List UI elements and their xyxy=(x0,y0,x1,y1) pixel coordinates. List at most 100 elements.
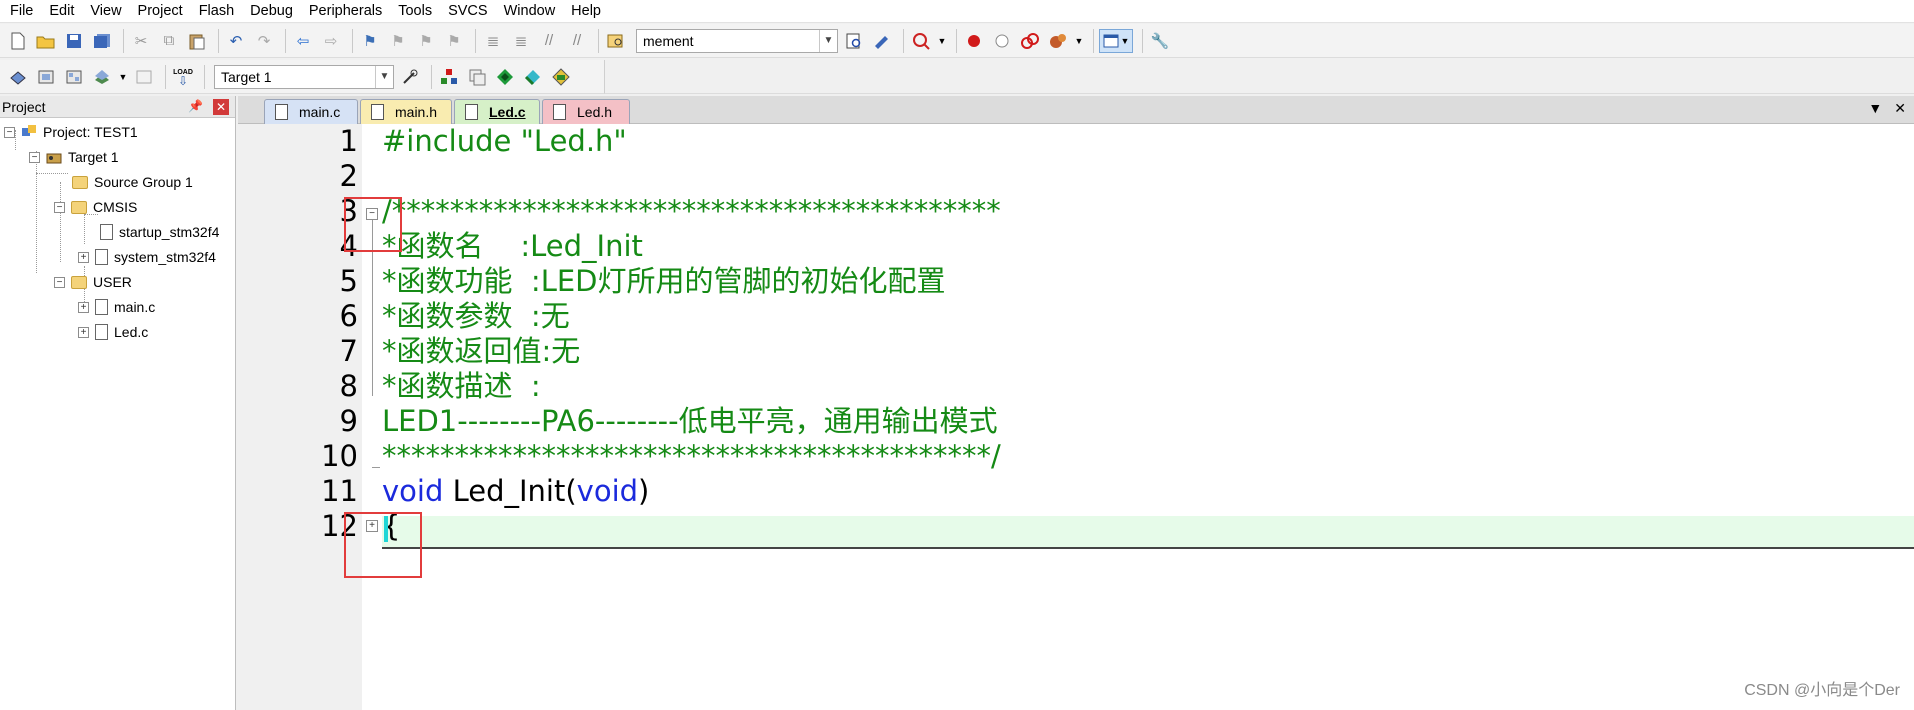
expand-icon[interactable]: + xyxy=(78,251,89,263)
tree-node-target[interactable]: − Target 1 xyxy=(29,147,119,167)
bookmark-icon[interactable]: ⚑ xyxy=(358,29,382,53)
tree-node-led-c[interactable]: + Led.c xyxy=(78,322,148,342)
line-number: 3 xyxy=(339,194,358,228)
breakpoint-disable-all-icon[interactable] xyxy=(1018,29,1042,53)
redo-icon[interactable]: ↷ xyxy=(252,29,276,53)
bookmark-next-icon[interactable]: ⚑ xyxy=(414,29,438,53)
collapse-icon[interactable]: − xyxy=(4,126,15,138)
configure-wrench-icon[interactable]: 🔧 xyxy=(1148,29,1172,53)
toolbar-separator xyxy=(1142,28,1143,53)
tree-node-cmsis[interactable]: − CMSIS xyxy=(54,197,137,217)
manage-project-items-icon[interactable] xyxy=(437,65,461,89)
line-number: 8 xyxy=(339,369,358,403)
line-number: 12 xyxy=(321,509,358,543)
tab-main-c[interactable]: main.c xyxy=(264,99,358,124)
menu-peripherals[interactable]: Peripherals xyxy=(301,0,390,23)
breakpoint-enable-icon[interactable] xyxy=(990,29,1014,53)
chevron-down-icon[interactable]: ▼ xyxy=(937,29,947,53)
bookmark-clear-icon[interactable]: ⚑ xyxy=(442,29,466,53)
file-extensions-icon[interactable] xyxy=(465,65,489,89)
breakpoint-kill-all-icon[interactable] xyxy=(1046,29,1070,53)
menu-svcs[interactable]: SVCS xyxy=(440,0,496,23)
save-icon[interactable] xyxy=(62,29,86,53)
toolbar-separator xyxy=(598,28,599,53)
menu-help[interactable]: Help xyxy=(563,0,609,23)
bookmark-prev-icon[interactable]: ⚑ xyxy=(386,29,410,53)
code-text: *函数描述 : xyxy=(382,369,541,403)
chevron-down-icon[interactable]: ▼ xyxy=(819,29,837,52)
tree-node-source-group[interactable]: Source Group 1 xyxy=(72,172,193,192)
undo-icon[interactable]: ↶ xyxy=(224,29,248,53)
save-all-icon[interactable] xyxy=(90,29,114,53)
file-icon xyxy=(100,224,113,240)
open-folder-icon[interactable] xyxy=(34,29,58,53)
pin-icon[interactable]: 📌 xyxy=(188,99,203,113)
menu-project[interactable]: Project xyxy=(130,0,191,23)
tree-node-system-file[interactable]: + system_stm32f4 xyxy=(78,247,216,267)
chevron-down-icon[interactable]: ▼ xyxy=(118,65,128,89)
line-number: 4 xyxy=(339,229,358,263)
code-text: *函数返回值:无 xyxy=(382,334,581,368)
chevron-down-icon[interactable]: ▼ xyxy=(375,65,393,88)
download-load-icon[interactable]: LOAD ⇩ xyxy=(171,65,195,89)
code-line: 3 /*************************************… xyxy=(242,194,1914,229)
collapse-icon[interactable]: − xyxy=(54,201,65,213)
tab-led-h[interactable]: Led.h xyxy=(542,99,630,124)
debug-session-icon[interactable] xyxy=(909,29,933,53)
file-icon xyxy=(95,249,108,265)
select-packs-icon[interactable] xyxy=(521,65,545,89)
tab-main-h[interactable]: main.h xyxy=(360,99,452,124)
translate-icon[interactable] xyxy=(6,65,30,89)
close-icon[interactable]: ✕ xyxy=(213,99,229,115)
menu-view[interactable]: View xyxy=(82,0,129,23)
tab-led-c[interactable]: Led.c xyxy=(454,99,540,124)
batch-build-icon[interactable] xyxy=(90,65,114,89)
target-options-icon[interactable] xyxy=(398,65,422,89)
chevron-down-icon[interactable]: ▼ xyxy=(1074,29,1084,53)
line-number: 9 xyxy=(339,404,358,438)
collapse-icon[interactable]: − xyxy=(54,276,65,288)
find-combo[interactable]: mement ▼ xyxy=(636,28,838,53)
line-number: 1 xyxy=(339,124,358,158)
indent-icon[interactable]: ≣ xyxy=(481,29,505,53)
code-line: 4 *函数名 :Led_Init xyxy=(242,229,1914,264)
copy-icon[interactable]: ⧉ xyxy=(157,29,181,53)
menu-tools[interactable]: Tools xyxy=(390,0,440,23)
tab-list-icon[interactable]: ▼ xyxy=(1868,100,1882,117)
pack-installer-icon[interactable] xyxy=(493,65,517,89)
menu-window[interactable]: Window xyxy=(496,0,564,23)
expand-icon[interactable]: + xyxy=(78,326,89,338)
comment-icon[interactable]: // xyxy=(537,29,561,53)
target-select[interactable]: Target 1 ▼ xyxy=(214,64,394,89)
window-layout-icon[interactable]: ▼ xyxy=(1099,28,1133,53)
menu-debug[interactable]: Debug xyxy=(242,0,301,23)
incremental-find-icon[interactable] xyxy=(870,29,894,53)
menu-edit[interactable]: Edit xyxy=(41,0,82,23)
menu-file[interactable]: File xyxy=(2,0,41,23)
stop-build-icon[interactable] xyxy=(132,65,156,89)
new-file-icon[interactable] xyxy=(6,29,30,53)
menu-flash[interactable]: Flash xyxy=(191,0,242,23)
build-icon[interactable] xyxy=(34,65,58,89)
code-editor[interactable]: 1 #include "Led.h" 2 3 /****************… xyxy=(242,124,1914,710)
tree-node-user[interactable]: − USER xyxy=(54,272,132,292)
manage-runtime-icon[interactable] xyxy=(549,65,573,89)
expand-icon[interactable]: + xyxy=(78,301,89,313)
uncomment-icon[interactable]: // xyxy=(565,29,589,53)
collapse-icon[interactable]: − xyxy=(29,151,40,163)
tree-node-main-c[interactable]: + main.c xyxy=(78,297,155,317)
close-icon[interactable]: ✕ xyxy=(1894,100,1906,117)
tree-node-project[interactable]: − Project: TEST1 xyxy=(4,122,138,142)
find-combo-value: mement xyxy=(643,32,694,49)
cut-icon[interactable]: ✂ xyxy=(129,29,153,53)
unindent-icon[interactable]: ≣ xyxy=(509,29,533,53)
paste-icon[interactable] xyxy=(185,29,209,53)
tab-label: Led.h xyxy=(577,104,613,120)
breakpoint-insert-icon[interactable] xyxy=(962,29,986,53)
rebuild-icon[interactable] xyxy=(62,65,86,89)
navigate-back-icon[interactable]: ⇦ xyxy=(291,29,315,53)
navigate-forward-icon[interactable]: ⇨ xyxy=(319,29,343,53)
find-icon[interactable] xyxy=(842,29,866,53)
find-in-files-icon[interactable] xyxy=(604,29,628,53)
tree-node-startup-file[interactable]: startup_stm32f4 xyxy=(100,222,219,242)
